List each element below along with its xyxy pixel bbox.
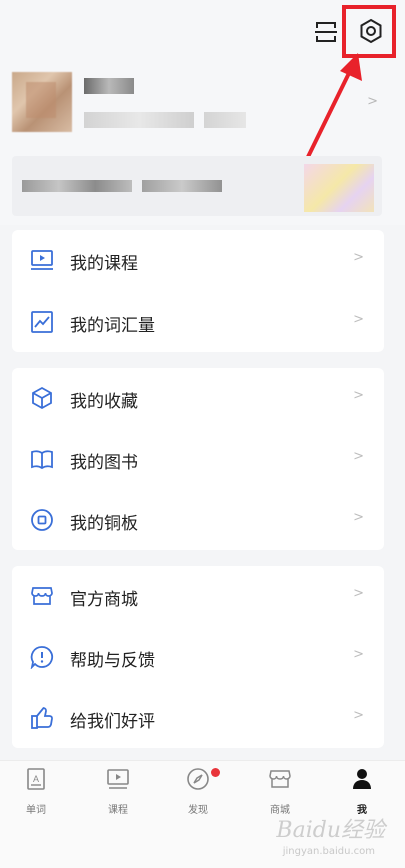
- chevron-right-icon: >: [353, 250, 364, 265]
- menu-item-my-books[interactable]: 我的图书 >: [12, 429, 384, 489]
- coin-icon: [31, 509, 53, 531]
- course-screen-icon: [31, 250, 53, 270]
- chevron-right-icon: >: [353, 708, 364, 723]
- user-info-redacted-2: [204, 112, 246, 128]
- menu-card-1: 我的课程 > 我的词汇量 >: [12, 230, 384, 352]
- menu-card-2: 我的收藏 > 我的图书 > 我的铜板 >: [12, 368, 384, 550]
- chevron-right-icon: >: [353, 312, 364, 327]
- menu-item-label: 我的课程: [70, 254, 138, 274]
- profile-section[interactable]: >: [12, 68, 392, 138]
- thumbs-up-icon: [31, 707, 53, 729]
- menu-item-label: 我的收藏: [70, 392, 138, 412]
- book-icon: [31, 450, 53, 470]
- chevron-right-icon: >: [353, 449, 364, 464]
- help-icon: [30, 646, 54, 669]
- banner-text-redacted: [22, 180, 132, 192]
- user-info-redacted: [84, 112, 194, 128]
- menu-item-label: 我的图书: [70, 453, 138, 473]
- menu-item-my-favorites[interactable]: 我的收藏 >: [12, 368, 384, 428]
- scan-button[interactable]: [312, 18, 340, 46]
- banner-image: [304, 164, 374, 212]
- avatar[interactable]: [12, 72, 72, 132]
- scan-icon: [315, 22, 337, 42]
- shop-tab-icon: [269, 770, 291, 788]
- tab-courses[interactable]: 课程: [88, 767, 148, 823]
- user-icon: [353, 769, 371, 789]
- promo-banner[interactable]: [12, 156, 382, 216]
- tab-label: 课程: [108, 805, 128, 816]
- tab-words[interactable]: A 单词: [6, 767, 66, 823]
- tab-label: 发现: [188, 805, 208, 816]
- chevron-right-icon: >: [353, 388, 364, 403]
- vocab-chart-icon: [31, 311, 53, 333]
- menu-item-label: 帮助与反馈: [70, 651, 155, 671]
- tab-label: 单词: [26, 805, 46, 816]
- cube-icon: [32, 386, 52, 410]
- svg-text:A: A: [33, 774, 39, 784]
- store-icon: [31, 587, 53, 605]
- chevron-right-icon: >: [353, 586, 364, 601]
- menu-item-label: 给我们好评: [70, 712, 155, 732]
- menu-card-3: 官方商城 > 帮助与反馈 > 给我们好评 >: [12, 566, 384, 748]
- menu-item-official-store[interactable]: 官方商城 >: [12, 566, 384, 626]
- chevron-right-icon: >: [367, 94, 378, 109]
- tab-discover[interactable]: 发现: [168, 767, 228, 823]
- menu-item-label: 我的铜板: [70, 514, 138, 534]
- menu-item-my-courses[interactable]: 我的课程 >: [12, 230, 384, 290]
- menu-item-rate-us[interactable]: 给我们好评 >: [12, 688, 384, 748]
- chevron-right-icon: >: [353, 647, 364, 662]
- banner-text-redacted-2: [142, 180, 222, 192]
- menu-item-my-coins[interactable]: 我的铜板 >: [12, 490, 384, 550]
- menu-item-help-feedback[interactable]: 帮助与反馈 >: [12, 627, 384, 687]
- course-tab-icon: [107, 769, 129, 789]
- username-redacted: [84, 78, 134, 94]
- word-card-icon: A: [27, 768, 45, 790]
- chevron-right-icon: >: [353, 510, 364, 525]
- notification-dot: [211, 768, 220, 777]
- menu-item-my-vocab[interactable]: 我的词汇量 >: [12, 292, 384, 352]
- watermark-text: Baidu经验: [276, 818, 385, 843]
- compass-icon: [187, 768, 209, 790]
- menu-item-label: 官方商城: [70, 590, 138, 610]
- menu-item-label: 我的词汇量: [70, 316, 155, 336]
- bottom-tab-bar: A 单词 课程 发现 商城 我: [0, 760, 405, 820]
- watermark-url: jingyan.baidu.com: [282, 846, 375, 857]
